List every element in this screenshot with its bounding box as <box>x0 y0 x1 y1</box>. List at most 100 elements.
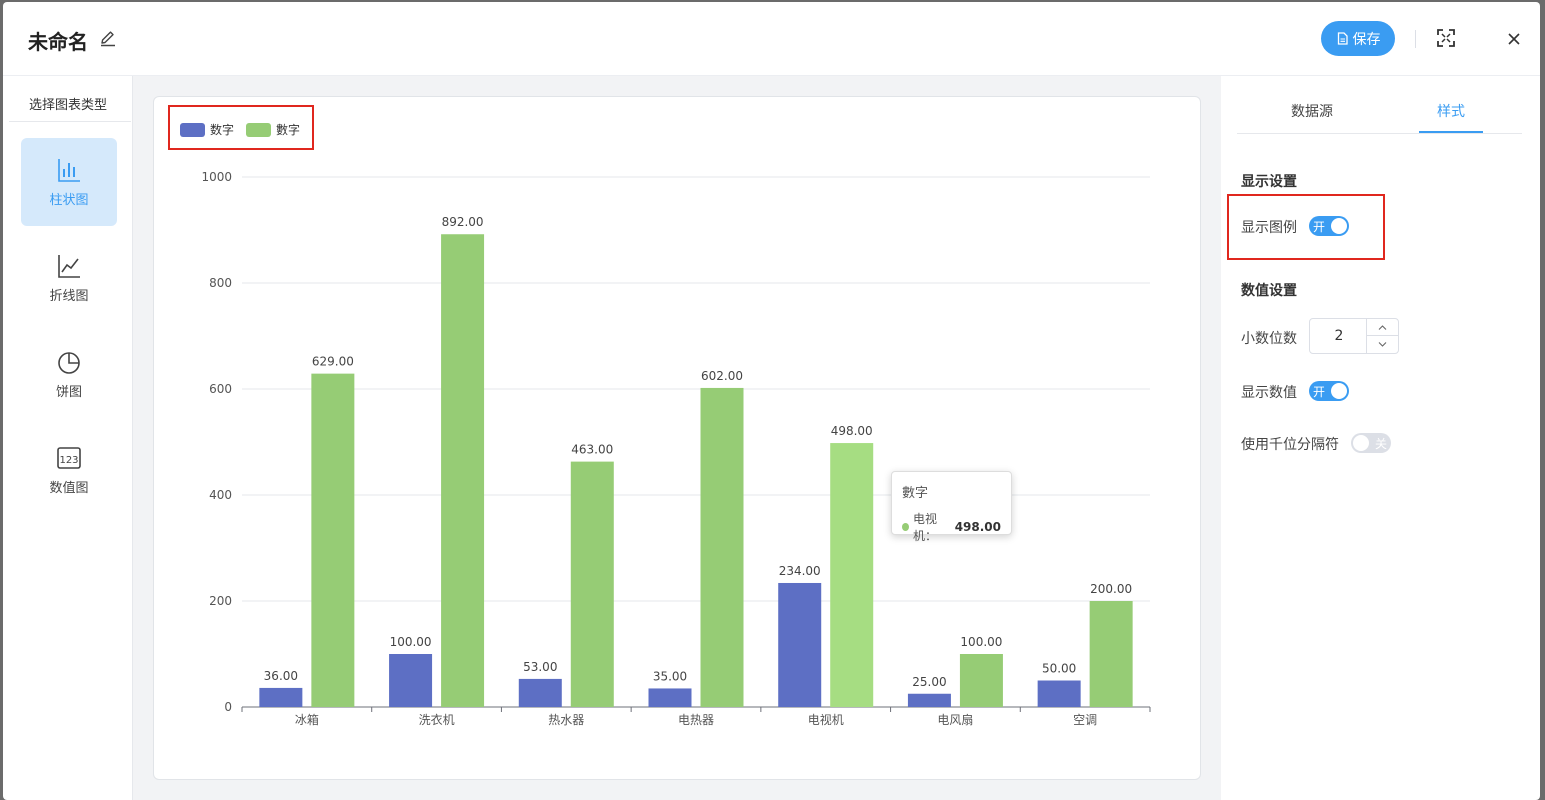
toggle-knob <box>1331 383 1347 399</box>
chevron-down-icon <box>1378 342 1387 347</box>
sidebar-item-label: 饼图 <box>55 384 82 400</box>
x-tick-label: 电风扇 <box>937 712 973 727</box>
bar <box>259 687 303 707</box>
sidebar-item-label: 折线图 <box>49 288 89 304</box>
thousands-separator-label: 使用千位分隔符 <box>1241 437 1339 453</box>
bar <box>1089 601 1133 707</box>
value-settings-title: 数值设置 <box>1241 283 1297 299</box>
line-chart-icon <box>58 254 80 278</box>
chart-editor-modal: 未命名 保存 选择图表类型 柱状图 折线图 饼图 123 数值图 0 200 4… <box>3 2 1540 800</box>
show-legend-label: 显示图例 <box>1241 220 1297 236</box>
stepper-buttons <box>1366 319 1398 353</box>
decimal-places-input[interactable]: 2 <box>1310 319 1368 353</box>
chart-title[interactable]: 未命名 <box>28 26 88 55</box>
bar-value-label: 35.00 <box>653 669 687 683</box>
tooltip-label: 电视机： <box>912 512 937 543</box>
modal-header: 未命名 保存 <box>3 2 1540 76</box>
save-button[interactable]: 保存 <box>1321 21 1395 56</box>
bar <box>1037 680 1081 707</box>
legend-label: 数字 <box>210 123 235 137</box>
thousands-separator-toggle[interactable]: 关 <box>1351 433 1391 453</box>
decimal-places-stepper: 2 <box>1309 318 1399 354</box>
x-tick-label: 热水器 <box>548 713 584 727</box>
chart-canvas-area: 0 200 400 600 800 1000 冰箱 36.00 629.00 洗衣机 100.00 8… <box>133 76 1221 800</box>
active-tab-indicator <box>1419 131 1483 133</box>
bar <box>518 678 562 707</box>
x-tick-label: 电视机 <box>808 712 844 727</box>
bar-value-label: 25.00 <box>912 675 946 689</box>
svg-text:123: 123 <box>59 455 78 466</box>
toggle-knob <box>1353 435 1369 451</box>
legend-swatch <box>246 122 272 137</box>
y-tick-label: 1000 <box>201 170 232 184</box>
bar-value-label: 629.00 <box>312 355 354 369</box>
bar <box>570 461 614 707</box>
display-settings-title: 显示设置 <box>1241 174 1297 190</box>
pie-chart-icon <box>58 351 80 374</box>
increment-button[interactable] <box>1367 319 1398 336</box>
bar-value-label: 53.00 <box>523 660 557 674</box>
show-legend-toggle[interactable]: 开 <box>1309 216 1349 236</box>
save-button-label: 保存 <box>1352 31 1381 48</box>
sidebar-divider <box>9 121 131 122</box>
toggle-text: 开 <box>1313 220 1326 234</box>
bar <box>830 443 874 707</box>
y-tick-label: 600 <box>209 382 232 396</box>
toggle-text: 关 <box>1374 437 1387 451</box>
sidebar-title: 选择图表类型 <box>28 98 107 113</box>
sidebar-item-line-chart[interactable]: 折线图 <box>21 234 117 322</box>
legend-item-series-2[interactable]: 數字 <box>246 121 300 138</box>
chart-type-sidebar: 选择图表类型 柱状图 折线图 饼图 123 数值图 <box>3 76 133 800</box>
tooltip-title: 數字 <box>902 486 929 501</box>
chart-tooltip: 數字 电视机： 498.00 <box>891 471 1012 543</box>
y-tick-label: 400 <box>209 488 232 502</box>
chart-card: 0 200 400 600 800 1000 冰箱 36.00 629.00 洗衣机 100.00 8… <box>153 96 1201 780</box>
bar <box>311 373 355 707</box>
bar-value-label: 100.00 <box>390 635 432 649</box>
file-icon <box>1337 32 1348 45</box>
bar-value-label: 36.00 <box>264 669 298 683</box>
bar <box>648 688 692 707</box>
legend-label: 數字 <box>276 123 301 137</box>
legend-item-series-1[interactable]: 数字 <box>180 121 234 138</box>
y-tick-label: 0 <box>224 700 232 714</box>
x-tick-label: 冰箱 <box>295 712 319 727</box>
toggle-text: 开 <box>1313 385 1326 399</box>
bar-value-label: 498.00 <box>831 424 873 438</box>
bar-chart: 0 200 400 600 800 1000 冰箱 36.00 629.00 洗衣机 100.00 8… <box>201 170 1151 727</box>
toggle-knob <box>1331 218 1347 234</box>
decrement-button[interactable] <box>1367 336 1398 353</box>
bar <box>959 654 1003 707</box>
y-tick-label: 800 <box>209 276 232 290</box>
x-tick-label: 空调 <box>1073 713 1097 727</box>
tab-style[interactable]: 样式 <box>1437 101 1465 121</box>
y-tick-label: 200 <box>209 594 232 608</box>
decimal-places-label: 小数位数 <box>1241 331 1297 347</box>
sidebar-item-pie-chart[interactable]: 饼图 <box>21 330 117 418</box>
bar <box>907 693 951 707</box>
fullscreen-icon[interactable] <box>1436 28 1456 48</box>
tooltip-value: 498.00 <box>954 520 1001 534</box>
settings-panel: 数据源 样式 显示设置 显示图例 开 数值设置 小数位数 2 显示数值 开 使用… <box>1221 76 1540 800</box>
bar-value-label: 892.00 <box>442 215 484 229</box>
tab-data-source[interactable]: 数据源 <box>1291 101 1333 121</box>
bar-value-label: 200.00 <box>1090 582 1132 596</box>
sidebar-item-number-chart[interactable]: 123 数值图 <box>21 426 117 514</box>
bar <box>778 582 822 707</box>
chart-legend: 数字 數字 <box>180 121 312 138</box>
tooltip-dot <box>902 523 909 531</box>
edit-title-icon[interactable] <box>99 29 117 47</box>
bar <box>441 234 485 708</box>
bar <box>700 387 744 707</box>
tooltip-row: 电视机： 498.00 <box>902 510 1001 544</box>
bar-chart-icon <box>58 158 80 182</box>
sidebar-item-label: 数值图 <box>49 480 89 496</box>
legend-swatch <box>180 122 205 137</box>
bar-value-label: 602.00 <box>701 369 743 383</box>
x-tick-label: 洗衣机 <box>419 712 455 727</box>
close-icon[interactable] <box>1506 31 1522 47</box>
show-value-toggle[interactable]: 开 <box>1309 381 1349 401</box>
bar-value-label: 463.00 <box>571 443 613 457</box>
bar-value-label: 234.00 <box>779 564 821 578</box>
sidebar-item-bar-chart[interactable]: 柱状图 <box>21 138 117 226</box>
